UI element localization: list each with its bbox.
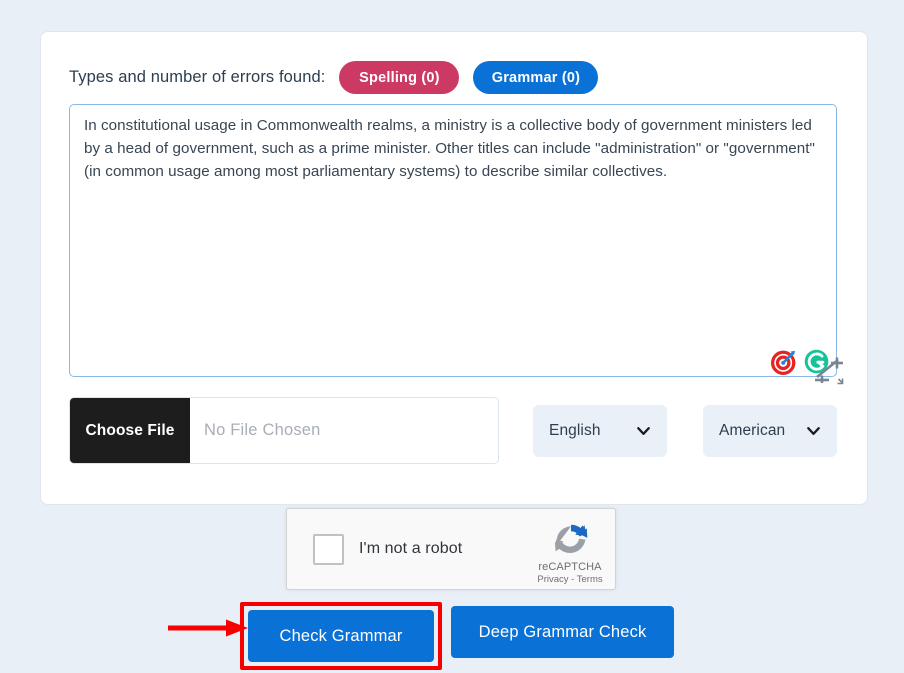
- selected-file-name[interactable]: No File Chosen: [190, 398, 498, 463]
- check-grammar-button[interactable]: Check Grammar: [248, 610, 434, 662]
- variant-select-value: American: [703, 422, 785, 440]
- check-grammar-highlight: Check Grammar: [240, 602, 442, 670]
- chevron-down-icon: [636, 423, 651, 438]
- grammar-errors-badge[interactable]: Grammar (0): [473, 61, 598, 94]
- language-select-value: English: [533, 422, 601, 440]
- chevron-down-icon: [806, 423, 821, 438]
- language-select[interactable]: English: [533, 405, 667, 457]
- editor-text[interactable]: In constitutional usage in Commonwealth …: [84, 115, 820, 183]
- variant-select[interactable]: American: [703, 405, 837, 457]
- recaptcha-logo-icon: [549, 519, 593, 563]
- target-icon[interactable]: [771, 349, 797, 375]
- action-buttons: Check Grammar Deep Grammar Check: [240, 602, 674, 670]
- grammar-checker-card: Types and number of errors found: Spelli…: [40, 31, 868, 505]
- resize-handle-icon[interactable]: [814, 355, 844, 385]
- recaptcha-label: I'm not a robot: [359, 540, 462, 558]
- deep-grammar-check-button[interactable]: Deep Grammar Check: [451, 606, 674, 658]
- spelling-errors-badge[interactable]: Spelling (0): [339, 61, 459, 94]
- upload-and-options-row: Choose File No File Chosen English Ameri…: [69, 397, 837, 464]
- recaptcha-checkbox[interactable]: [313, 534, 344, 565]
- errors-summary: Types and number of errors found: Spelli…: [69, 61, 598, 94]
- errors-summary-label: Types and number of errors found:: [69, 68, 325, 87]
- recaptcha-legal-links[interactable]: Privacy - Terms: [536, 574, 604, 585]
- file-upload-field[interactable]: Choose File No File Chosen: [69, 397, 499, 464]
- recaptcha-brand-label: reCAPTCHA: [536, 561, 604, 573]
- annotation-arrow-icon: [168, 617, 250, 639]
- recaptcha-widget[interactable]: I'm not a robot reCAPTCHA Privacy - Term…: [286, 508, 616, 590]
- choose-file-button[interactable]: Choose File: [70, 398, 190, 463]
- text-editor[interactable]: In constitutional usage in Commonwealth …: [69, 104, 837, 377]
